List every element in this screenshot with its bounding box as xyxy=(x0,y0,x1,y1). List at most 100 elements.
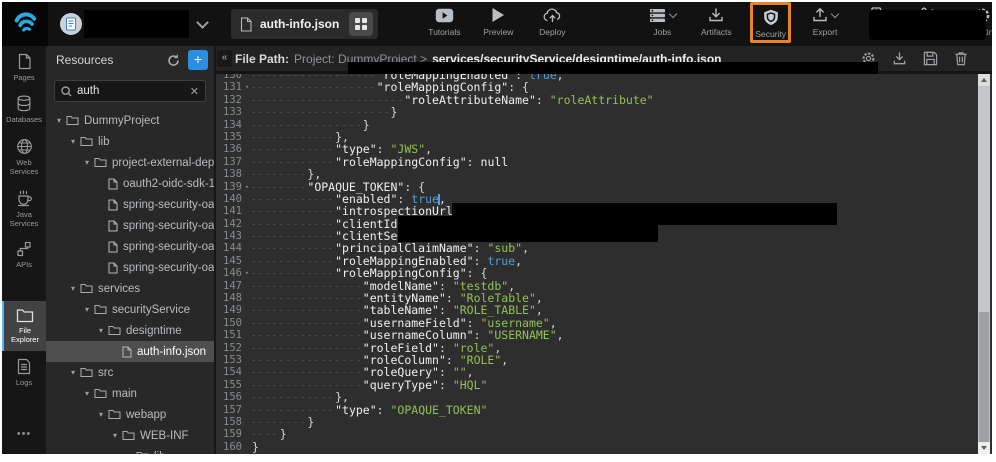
clear-search-icon[interactable]: ✕ xyxy=(190,85,199,98)
tree-caret-icon[interactable]: ▾ xyxy=(96,326,106,335)
folder-icon xyxy=(94,157,107,168)
save-file-icon[interactable] xyxy=(923,51,938,66)
editor-scrollbar[interactable] xyxy=(978,74,990,454)
sidebar-item-pages[interactable]: Pages xyxy=(2,46,46,88)
code-line[interactable]: 144 "principalClaimName": "sub", xyxy=(216,242,978,254)
tree-item[interactable]: ▾lib xyxy=(46,446,214,454)
tree-item[interactable]: ▾designtime xyxy=(46,320,214,341)
tree-caret-icon[interactable]: ▾ xyxy=(82,389,92,398)
tree-caret-icon[interactable]: ▾ xyxy=(82,305,92,314)
search-icon xyxy=(61,86,72,97)
tree-caret-icon[interactable]: ▾ xyxy=(68,368,78,377)
preview-icon xyxy=(491,7,505,23)
code-line[interactable]: 159 } xyxy=(216,428,978,440)
tree-item[interactable]: ▾ main xyxy=(46,383,214,404)
sidebar-item-web-services[interactable]: Web Services xyxy=(2,131,46,183)
file-icon xyxy=(240,17,252,32)
chevron-down-icon xyxy=(196,16,209,29)
tree-item[interactable]: ▾DummyProject xyxy=(46,110,214,131)
code-line[interactable]: 133 } xyxy=(216,106,978,118)
sidebar-item-file-explorer[interactable]: File Explorer xyxy=(2,301,46,351)
tree-item[interactable]: ▾project-external-depend xyxy=(46,152,214,173)
code-editor[interactable]: 130 "roleMappingEnabled": true,131▾ "rol… xyxy=(216,74,978,454)
redaction-user-account xyxy=(869,10,986,40)
collapse-panel-button[interactable]: « xyxy=(217,50,232,67)
line-number: 138 xyxy=(216,168,242,180)
toolbar-artifacts[interactable]: Artifacts xyxy=(696,5,736,37)
tutorials-icon xyxy=(435,8,454,23)
code-line[interactable]: 157 "type": "OPAQUE_TOKEN" xyxy=(216,404,978,416)
download-file-icon[interactable] xyxy=(892,51,907,66)
fold-marker-icon[interactable]: ▾ xyxy=(242,81,252,93)
tree-item[interactable]: auth-info.json xyxy=(46,341,214,362)
tree-item[interactable]: ▾services xyxy=(46,278,214,299)
fold-marker-icon[interactable]: ▾ xyxy=(242,181,252,193)
tree-item-label: main xyxy=(112,388,137,400)
tree-item[interactable]: ▾WEB-INF xyxy=(46,425,214,446)
file-tab[interactable]: auth-info.json xyxy=(231,9,378,39)
sidebar-more-button[interactable]: ••• xyxy=(2,418,46,454)
tree-caret-icon[interactable]: ▾ xyxy=(96,410,106,419)
delete-file-trash-icon[interactable] xyxy=(954,51,968,66)
code-line[interactable]: 160} xyxy=(216,441,978,453)
sidebar-item-logs[interactable]: Logs xyxy=(2,351,46,393)
refresh-icon[interactable] xyxy=(167,54,180,67)
line-number: 142 xyxy=(216,218,242,230)
app-logo[interactable] xyxy=(2,2,48,46)
tree-caret-icon[interactable]: ▾ xyxy=(68,137,78,146)
tree-item[interactable]: spring-security-oau xyxy=(46,257,214,278)
code-text: } xyxy=(252,106,397,118)
tree-item[interactable]: ▾securityService xyxy=(46,299,214,320)
tree-caret-icon[interactable]: ▾ xyxy=(82,158,92,167)
toolbar-deploy[interactable]: Deploy xyxy=(532,5,572,37)
fold-gutter xyxy=(242,230,252,242)
project-selector[interactable] xyxy=(60,10,207,38)
resources-panel: Resources + ✕ ▾DummyProject▾lib▾project-… xyxy=(46,46,216,454)
toolbar-label: Jobs xyxy=(653,27,671,37)
line-number: 133 xyxy=(216,106,242,118)
scroll-down-button[interactable] xyxy=(978,442,990,454)
code-line[interactable]: 151 "usernameColumn": "USERNAME", xyxy=(216,329,978,341)
tree-item[interactable]: ▾webapp xyxy=(46,404,214,425)
code-line[interactable]: 136 "type": "JWS", xyxy=(216,143,978,155)
code-line[interactable]: 146▾ "roleMappingConfig": { xyxy=(216,267,978,279)
tree-item[interactable]: oauth2-oidc-sdk-10 xyxy=(46,173,214,194)
sidebar-item-apis[interactable]: APIs xyxy=(2,234,46,275)
fold-marker-icon[interactable]: ▾ xyxy=(242,267,252,279)
sidebar-item-databases[interactable]: Databases xyxy=(2,88,46,130)
tree-caret-icon[interactable]: ▾ xyxy=(110,431,120,440)
fold-gutter xyxy=(242,428,252,440)
fold-gutter xyxy=(242,366,252,378)
fold-gutter xyxy=(242,329,252,341)
code-line[interactable]: 149 "tableName": "ROLE_TABLE", xyxy=(216,304,978,316)
code-line[interactable]: 158 } xyxy=(216,416,978,428)
code-line[interactable]: 156 }, xyxy=(216,391,978,403)
scrollbar-thumb[interactable] xyxy=(979,312,989,442)
sidebar-item-java-services[interactable]: Java Services xyxy=(2,183,46,235)
fold-gutter xyxy=(242,292,252,304)
tree-item[interactable]: ▾src xyxy=(46,362,214,383)
file-explorer-folder-icon xyxy=(16,308,34,323)
tree-caret-icon[interactable]: ▾ xyxy=(54,116,64,125)
tree-item[interactable]: spring-security-oau xyxy=(46,236,214,257)
code-line[interactable]: 137 "roleMappingConfig": null xyxy=(216,156,978,168)
fold-gutter xyxy=(242,242,252,254)
tree-item[interactable]: spring-security-oau xyxy=(46,194,214,215)
toolbar-jobs[interactable]: Jobs xyxy=(642,5,682,37)
grid-view-button[interactable] xyxy=(349,12,373,36)
search-input[interactable] xyxy=(77,85,190,97)
add-resource-button[interactable]: + xyxy=(188,50,208,70)
tree-caret-icon[interactable]: ▾ xyxy=(68,284,78,293)
tree-caret-icon[interactable]: ▾ xyxy=(124,452,134,454)
folder-icon xyxy=(80,283,93,294)
line-number: 155 xyxy=(216,379,242,391)
toolbar-security[interactable]: Security xyxy=(750,2,791,43)
toolbar-tutorials[interactable]: Tutorials xyxy=(424,5,464,37)
code-line[interactable]: 154 "roleQuery": "", xyxy=(216,366,978,378)
line-number: 150 xyxy=(216,317,242,329)
tree-item[interactable]: ▾lib xyxy=(46,131,214,152)
tree-item[interactable]: spring-security-oau xyxy=(46,215,214,236)
toolbar-preview[interactable]: Preview xyxy=(478,5,518,37)
scroll-up-button[interactable] xyxy=(978,74,990,86)
toolbar-export[interactable]: Export xyxy=(805,5,845,37)
